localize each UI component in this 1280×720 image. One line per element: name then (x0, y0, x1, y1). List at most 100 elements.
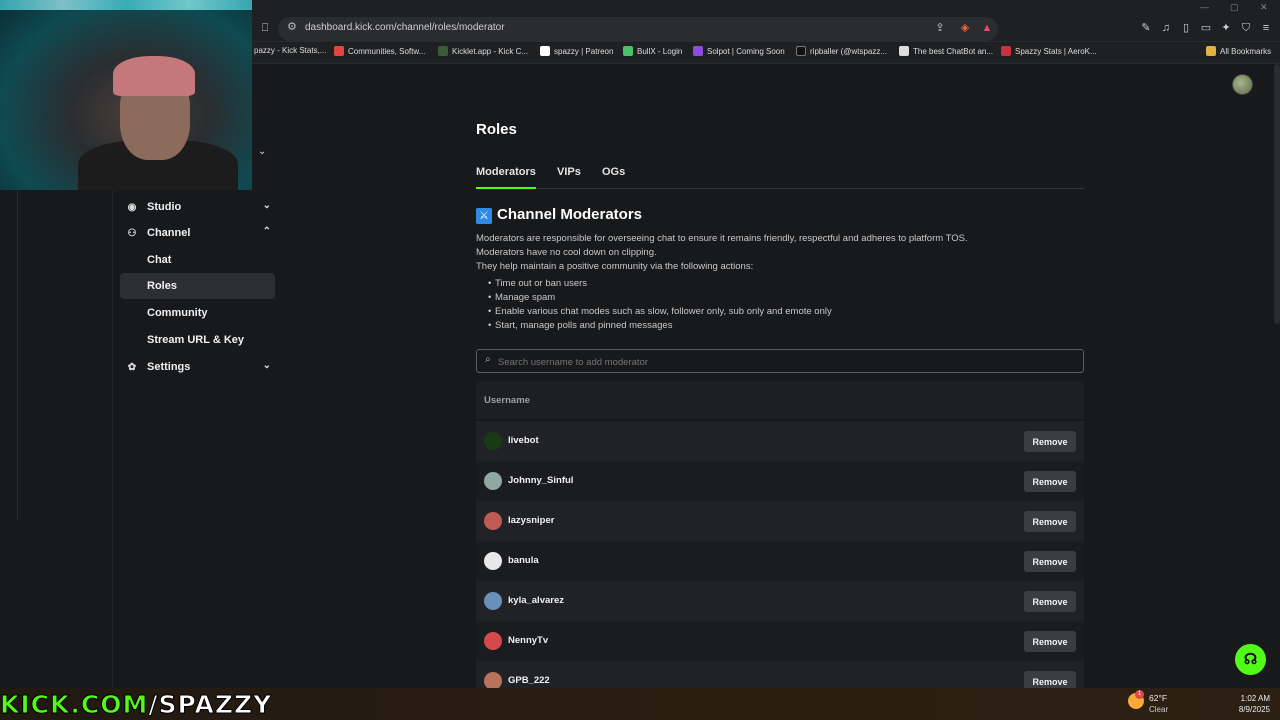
remove-button[interactable]: Remove (1024, 631, 1076, 652)
moderator-username[interactable]: Johnny_Sinful (508, 475, 573, 486)
collapsed-panel (0, 190, 18, 520)
clock-time[interactable]: 1:02 AM (1232, 694, 1270, 703)
clock-date[interactable]: 8/9/2025 (1222, 705, 1270, 714)
sidebar-item-chat[interactable]: Chat (120, 247, 275, 273)
led-lights (0, 0, 252, 10)
chevron-up-icon: ⌃ (262, 226, 271, 237)
action-item: Start, manage polls and pinned messages (488, 320, 672, 331)
menu-icon[interactable]: ≡ (1259, 21, 1273, 35)
scrollbar[interactable] (1274, 64, 1280, 324)
moderator-username[interactable]: kyla_alvarez (508, 595, 564, 606)
moderator-username[interactable]: banula (508, 555, 539, 566)
webcam-overlay (0, 0, 252, 190)
site-info-icon[interactable]: ⚙ (287, 20, 297, 33)
avatar[interactable] (1232, 74, 1253, 95)
description-line: Moderators are responsible for overseein… (476, 233, 968, 244)
bookmark-item[interactable]: Spazzy Stats | AeroK... (1001, 46, 1097, 56)
bookmark-favicon (334, 46, 344, 56)
moderator-sword-icon: ⚔ (476, 208, 492, 224)
bookmark-icon[interactable]: ⎕ (258, 21, 272, 35)
media-icon[interactable]: ♫ (1159, 21, 1173, 35)
tab-vips[interactable]: VIPs (557, 166, 581, 178)
bookmark-item[interactable]: pazzy - Kick Stats,... (254, 46, 326, 55)
remove-button[interactable]: Remove (1024, 431, 1076, 452)
help-chat-button[interactable]: ☊ (1235, 644, 1266, 675)
wallet-icon[interactable]: ▭ (1199, 21, 1213, 35)
username-column-header: Username (484, 395, 530, 406)
moderator-username[interactable]: GPB_222 (508, 675, 550, 686)
bookmark-item[interactable]: The best ChatBot an... (899, 46, 993, 56)
maximize-icon[interactable]: ▢ (1230, 2, 1239, 13)
description-line: Moderators have no cool down on clipping… (476, 247, 657, 258)
leo-ai-icon[interactable]: ✦ (1219, 21, 1233, 35)
section-title: Channel Moderators (497, 206, 643, 223)
bookmark-item[interactable]: Communities, Softw... (334, 46, 425, 56)
sidebar-item-settings[interactable]: ✿ Settings ⌄ (120, 354, 275, 380)
vpn-icon[interactable]: ⛉ (1239, 21, 1253, 35)
page-title: Roles (476, 121, 517, 138)
bookmark-favicon (540, 46, 550, 56)
table-row: NennyTv Remove (476, 621, 1084, 661)
minimize-icon[interactable]: — (1200, 2, 1209, 12)
avatar (484, 472, 502, 490)
remove-button[interactable]: Remove (1024, 591, 1076, 612)
table-row: banula Remove (476, 541, 1084, 581)
avatar (484, 512, 502, 530)
all-bookmarks[interactable]: All Bookmarks (1206, 46, 1271, 56)
streamer-beanie (113, 56, 195, 96)
chevron-down-icon: ⌄ (262, 200, 271, 211)
stream-overlay-url: KICK.COM/SPAZZY (0, 690, 273, 720)
table-row: lazysniper Remove (476, 501, 1084, 541)
tab-moderators[interactable]: Moderators (476, 166, 536, 178)
share-icon[interactable]: ⇪ (933, 21, 947, 35)
bookmark-favicon (1001, 46, 1011, 56)
moderator-username[interactable]: NennyTv (508, 635, 548, 646)
table-row: Johnny_Sinful Remove (476, 461, 1084, 501)
sidebar-item-roles[interactable]: Roles (120, 273, 275, 299)
description-line: They help maintain a positive community … (476, 261, 754, 272)
sidebar-item-channel[interactable]: ⚇ Channel ⌃ (120, 220, 275, 246)
action-item: Manage spam (488, 292, 555, 303)
moderator-username[interactable]: lazysniper (508, 515, 554, 526)
remove-button[interactable]: Remove (1024, 551, 1076, 572)
sidebar-item-stream-url[interactable]: Stream URL & Key (120, 327, 275, 353)
bookmark-favicon (438, 46, 448, 56)
moderator-username[interactable]: livebot (508, 435, 539, 446)
chevron-down-icon[interactable]: ⌄ (258, 146, 266, 157)
weather-temperature[interactable]: 62°F (1149, 693, 1167, 703)
remove-button[interactable]: Remove (1024, 471, 1076, 492)
table-row: kyla_alvarez Remove (476, 581, 1084, 621)
sidebar-item-studio[interactable]: ◉ Studio ⌄ (120, 194, 275, 220)
bookmark-favicon (796, 46, 806, 56)
sidebar-toggle-icon[interactable]: ▯ (1179, 21, 1193, 35)
avatar (484, 432, 502, 450)
remove-button[interactable]: Remove (1024, 511, 1076, 532)
folder-icon (1206, 46, 1216, 56)
close-icon[interactable]: ✕ (1260, 2, 1268, 13)
action-item: Enable various chat modes such as slow, … (488, 306, 832, 317)
bookmark-item[interactable]: BullX - Login (623, 46, 682, 56)
extensions-icon[interactable]: ✎ (1139, 21, 1153, 35)
tab-ogs[interactable]: OGs (602, 166, 625, 178)
brave-shield-icon[interactable]: ◈ (958, 21, 972, 35)
bookmark-favicon (693, 46, 703, 56)
weather-condition[interactable]: Clear (1149, 705, 1168, 714)
sidebar-item-community[interactable]: Community (120, 300, 275, 326)
action-item: Time out or ban users (488, 278, 587, 289)
chevron-down-icon: ⌄ (262, 360, 271, 371)
bookmark-favicon (899, 46, 909, 56)
avatar (484, 632, 502, 650)
bookmark-item[interactable]: spazzy | Patreon (540, 46, 613, 56)
channel-icon: ⚇ (127, 227, 137, 239)
studio-icon: ◉ (127, 201, 137, 213)
bookmark-item[interactable]: Kicklet.app - Kick C... (438, 46, 528, 56)
bookmark-favicon (623, 46, 633, 56)
brave-rewards-icon[interactable]: ▲ (980, 21, 994, 35)
bookmark-item[interactable]: Solpot | Coming Soon (693, 46, 785, 56)
bookmark-item[interactable]: ripballer (@wtspazz... (796, 46, 887, 56)
weather-badge: 1 (1135, 690, 1144, 699)
gear-icon: ✿ (127, 361, 137, 373)
url-text[interactable]: dashboard.kick.com/channel/roles/moderat… (305, 22, 505, 33)
search-input[interactable] (498, 355, 1068, 369)
search-icon: ⌕ (485, 354, 491, 365)
